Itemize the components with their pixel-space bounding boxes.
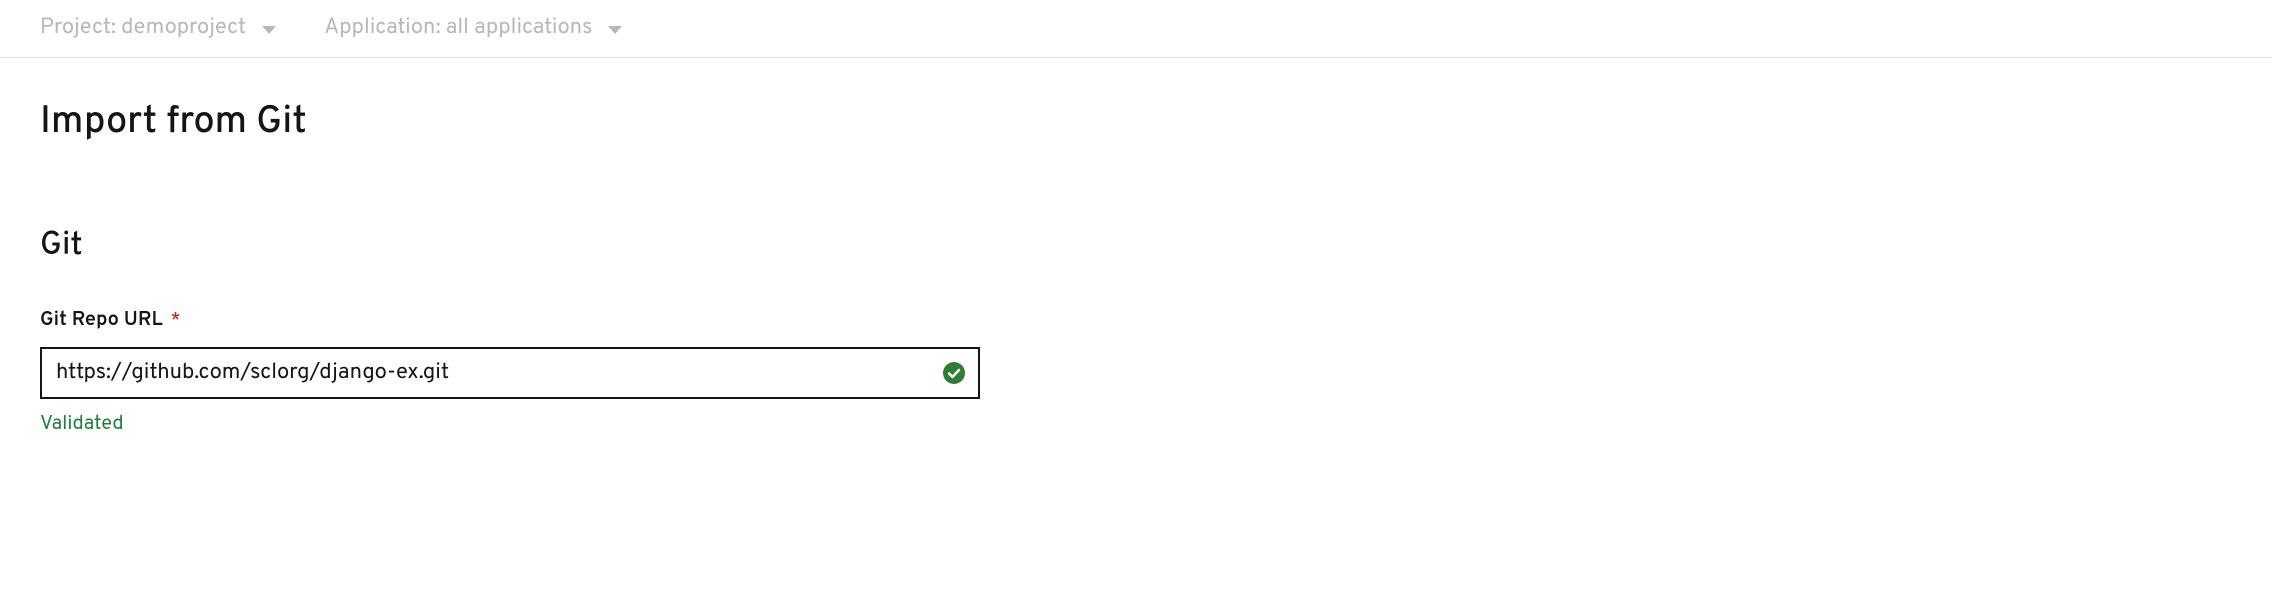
- git-repo-url-input-wrapper: [40, 347, 980, 399]
- required-asterisk-icon: *: [171, 309, 181, 332]
- git-repo-url-label-text: Git Repo URL: [40, 307, 163, 333]
- page-title: Import from Git: [40, 98, 2232, 147]
- check-circle-icon: [942, 361, 966, 385]
- git-repo-url-label: Git Repo URL *: [40, 307, 980, 333]
- application-selector[interactable]: Application: all applications: [324, 15, 622, 42]
- project-selector[interactable]: Project: demoproject: [40, 15, 276, 42]
- topbar: Project: demoproject Application: all ap…: [0, 0, 2272, 58]
- application-selector-label: Application: all applications: [324, 15, 592, 42]
- git-repo-url-status-text: Validated: [40, 411, 980, 437]
- form-group-git-repo-url: Git Repo URL * Validated: [40, 307, 980, 437]
- git-repo-url-input[interactable]: [40, 347, 980, 399]
- caret-down-icon: [608, 26, 622, 34]
- project-selector-label: Project: demoproject: [40, 15, 246, 42]
- content-area: Import from Git Git Git Repo URL * Valid…: [0, 58, 2272, 437]
- caret-down-icon: [262, 26, 276, 34]
- section-title-git: Git: [40, 227, 2232, 267]
